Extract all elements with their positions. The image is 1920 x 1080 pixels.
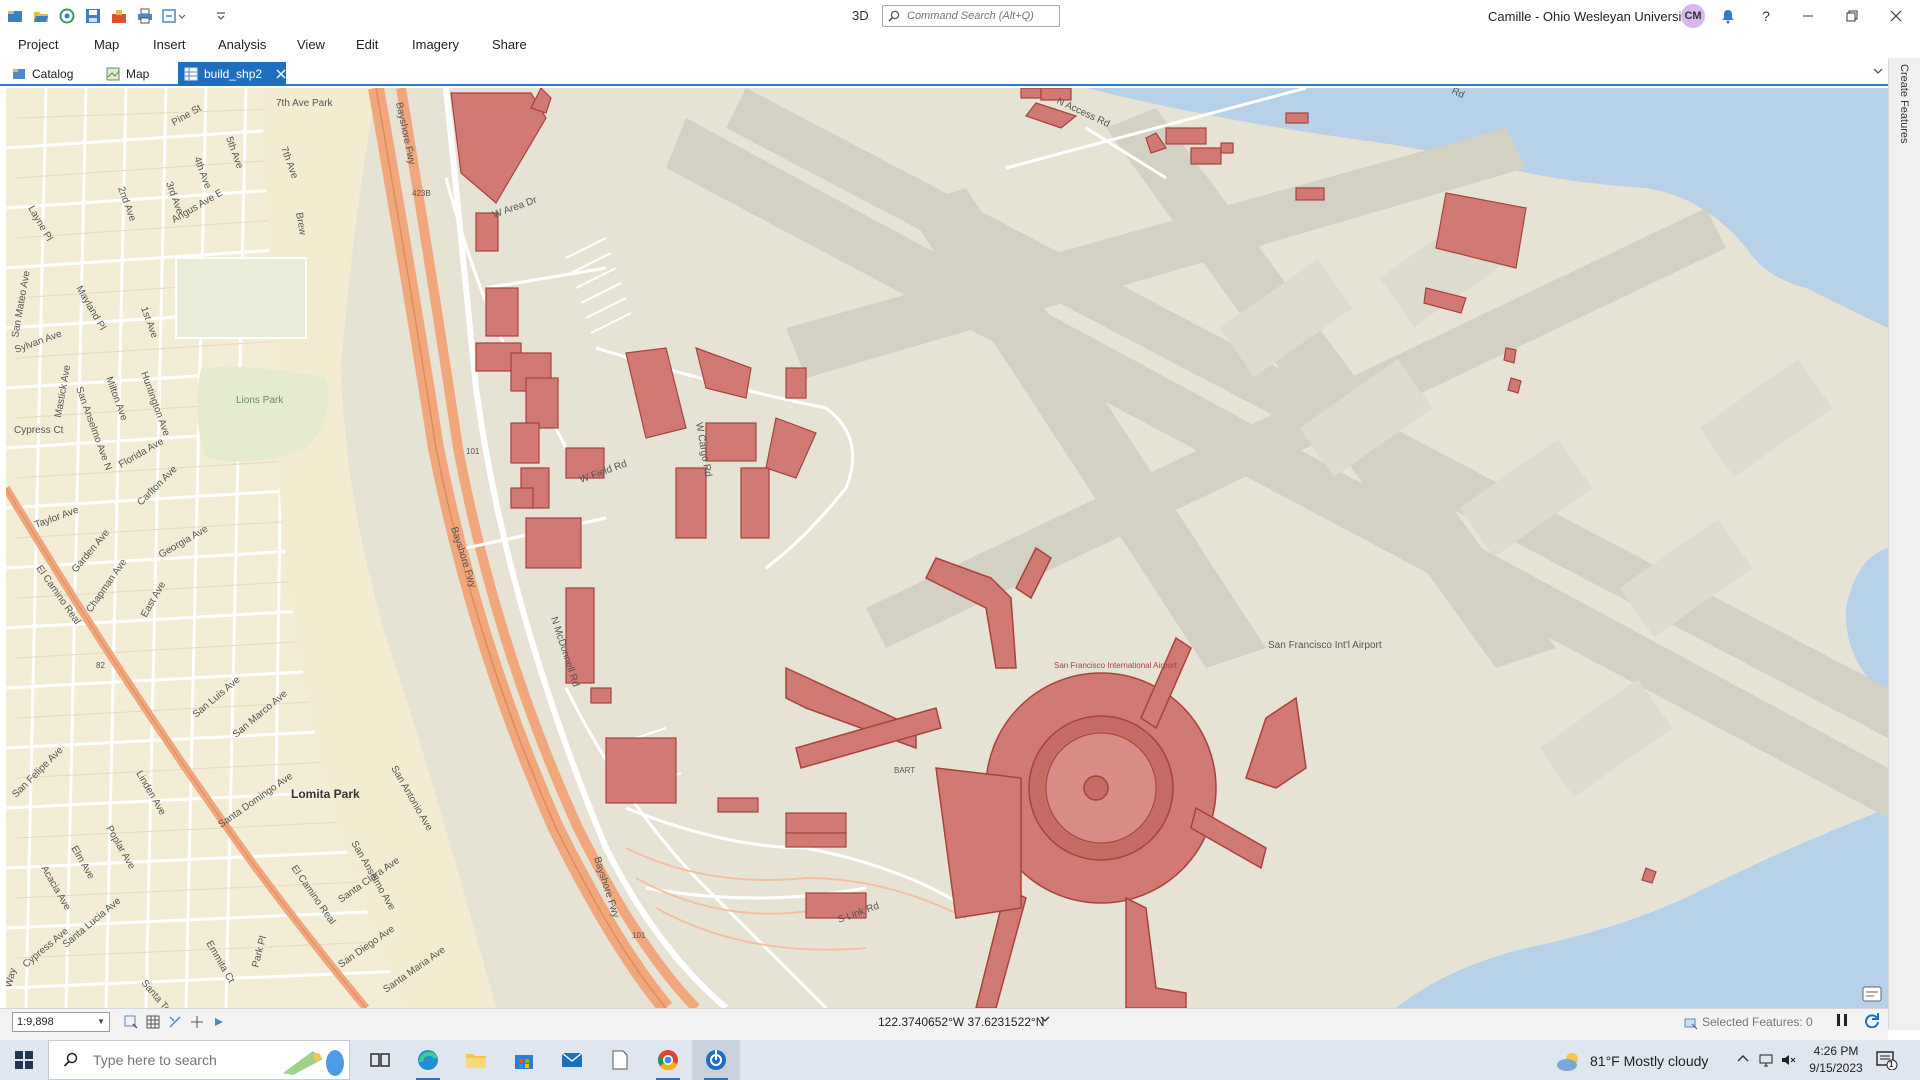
- tab-build-shp2[interactable]: build_shp2: [178, 62, 286, 86]
- file-explorer-icon[interactable]: [452, 1040, 500, 1080]
- label-route-82: 82: [96, 661, 105, 670]
- close-tab-icon[interactable]: [276, 69, 286, 79]
- tab-catalog-label: Catalog: [32, 67, 74, 81]
- share-package-icon[interactable]: [110, 7, 128, 25]
- 3d-button[interactable]: 3D: [852, 8, 869, 23]
- label-seventh-ave-park: 7th Ave Park: [276, 98, 334, 109]
- save-icon[interactable]: [84, 7, 102, 25]
- label-route-101-south: 101: [632, 931, 646, 940]
- print-icon[interactable]: [136, 7, 154, 25]
- taskbar-search-input[interactable]: [91, 1051, 255, 1069]
- customize-toolbar-icon[interactable]: [212, 7, 230, 25]
- notepad-icon[interactable]: [596, 1040, 644, 1080]
- tabs-overflow-chevron-icon[interactable]: [1872, 66, 1884, 79]
- table-icon: [184, 67, 198, 81]
- selected-features-icon: [1684, 1016, 1698, 1033]
- help-button[interactable]: ?: [1744, 0, 1788, 32]
- store-icon[interactable]: [500, 1040, 548, 1080]
- chevron-down-icon[interactable]: ▼: [97, 1017, 105, 1026]
- refresh-icon[interactable]: [1864, 1012, 1880, 1033]
- ribbon-tab-map[interactable]: Map: [94, 37, 119, 52]
- map-tips-icon[interactable]: [1862, 986, 1882, 1002]
- minimize-button[interactable]: [1786, 0, 1830, 32]
- command-search-box[interactable]: [882, 5, 1060, 27]
- label-bart: BART: [894, 766, 915, 775]
- close-window-button[interactable]: [1874, 0, 1918, 32]
- title-bar: 3D Camille - Ohio Wesleyan University CM…: [0, 0, 1920, 32]
- ribbon-tab-insert[interactable]: Insert: [153, 37, 186, 52]
- arcgis-pro-icon[interactable]: [692, 1040, 740, 1080]
- new-project-icon[interactable]: [6, 7, 24, 25]
- map-icon: [106, 67, 120, 81]
- notification-count-badge: 1: [1889, 1060, 1894, 1069]
- label-route-423b: 423B: [412, 189, 431, 198]
- windows-taskbar: 81°F Mostly cloudy 4:26 PM 9/15/2023 1: [0, 1040, 1920, 1080]
- ribbon-tab-view[interactable]: View: [297, 37, 325, 52]
- ribbon-tab-edit[interactable]: Edit: [356, 37, 378, 52]
- snapping-icon[interactable]: [168, 1015, 182, 1029]
- open-project-icon[interactable]: [32, 7, 50, 25]
- ribbon-tab-imagery[interactable]: Imagery: [412, 37, 459, 52]
- volume-muted-icon[interactable]: [1780, 1052, 1796, 1068]
- pause-drawing-button[interactable]: [1836, 1013, 1848, 1030]
- action-center-icon[interactable]: 1: [1876, 1050, 1898, 1071]
- task-view-icon[interactable]: [356, 1040, 404, 1080]
- rotation-icon[interactable]: [212, 1015, 226, 1029]
- search-icon: [883, 10, 905, 22]
- map-status-bar: 1:9,898 ▼ 122.3740652°W 37.6231522°N Sel…: [0, 1008, 1888, 1040]
- map-canvas[interactable]: 7th Ave Park Pine St 5th Ave 7th Ave 4th…: [6, 88, 1888, 1008]
- label-route-101-north: 101: [466, 447, 480, 456]
- cloudy-weather-icon: [1556, 1051, 1582, 1071]
- user-name[interactable]: Camille - Ohio Wesleyan University: [1488, 9, 1692, 24]
- undo-dropdown-icon[interactable]: [162, 7, 188, 25]
- tab-map[interactable]: Map: [100, 62, 155, 86]
- save-project-icon[interactable]: [58, 7, 76, 25]
- chrome-icon[interactable]: [644, 1040, 692, 1080]
- create-features-pane[interactable]: Create Features: [1888, 58, 1920, 1030]
- restore-button[interactable]: [1830, 0, 1874, 32]
- selected-features-count[interactable]: Selected Features: 0: [1702, 1015, 1813, 1029]
- document-tab-bar: Catalog Map build_shp2: [0, 58, 1920, 86]
- network-icon[interactable]: [1758, 1052, 1774, 1068]
- mail-icon[interactable]: [548, 1040, 596, 1080]
- map-scale-value: 1:9,898: [17, 1016, 54, 1028]
- label-lions-park: Lions Park: [236, 395, 284, 406]
- tab-catalog[interactable]: Catalog: [6, 62, 79, 86]
- weather-text: 81°F Mostly cloudy: [1590, 1053, 1709, 1069]
- crosshair-icon[interactable]: [190, 1015, 204, 1029]
- search-highlight-icon: [273, 1045, 345, 1080]
- fixed-zoom-icon[interactable]: [124, 1015, 138, 1029]
- clock-time: 4:26 PM: [1813, 1044, 1859, 1058]
- terminal-center: [1083, 775, 1109, 801]
- edge-icon[interactable]: [404, 1040, 452, 1080]
- label-lomita-park: Lomita Park: [291, 787, 360, 801]
- tab-map-label: Map: [126, 67, 150, 81]
- grid-icon[interactable]: [146, 1015, 160, 1029]
- label-san-francisco-intl-airport: San Francisco Int'l Airport: [1268, 640, 1382, 651]
- windows-start-button[interactable]: [0, 1040, 48, 1080]
- weather-widget[interactable]: 81°F Mostly cloudy: [1556, 1051, 1708, 1071]
- show-hidden-icons-chevron-icon[interactable]: [1737, 1050, 1749, 1066]
- park-block: [175, 257, 307, 339]
- clock-date: 9/15/2023: [1809, 1061, 1863, 1075]
- ribbon-tab-project[interactable]: Project: [18, 37, 58, 52]
- map-view[interactable]: 7th Ave Park Pine St 5th Ave 7th Ave 4th…: [6, 88, 1888, 1008]
- user-avatar[interactable]: CM: [1681, 4, 1705, 28]
- taskbar-clock[interactable]: 4:26 PM 9/15/2023: [1806, 1043, 1866, 1077]
- label-cypress-ct: Cypress Ct: [14, 425, 64, 436]
- command-search-input[interactable]: [905, 9, 1059, 23]
- tab-build-shp2-label: build_shp2: [204, 67, 263, 81]
- label-terminal: San Francisco International Airport: [1054, 661, 1178, 670]
- search-icon: [63, 1052, 79, 1068]
- coordinate-readout: 122.3740652°W 37.6231522°N: [878, 1015, 1045, 1029]
- ribbon-tab-share[interactable]: Share: [492, 37, 527, 52]
- ribbon-tab-analysis[interactable]: Analysis: [218, 37, 266, 52]
- create-features-label[interactable]: Create Features: [1898, 64, 1910, 143]
- map-scale-combobox[interactable]: 1:9,898 ▼: [12, 1012, 110, 1032]
- taskbar-search-box[interactable]: [48, 1040, 350, 1080]
- coordinate-format-chevron-icon[interactable]: [1040, 1014, 1050, 1027]
- ribbon-tab-bar: Project Map Insert Analysis View Edit Im…: [0, 32, 1920, 58]
- catalog-icon: [12, 67, 26, 81]
